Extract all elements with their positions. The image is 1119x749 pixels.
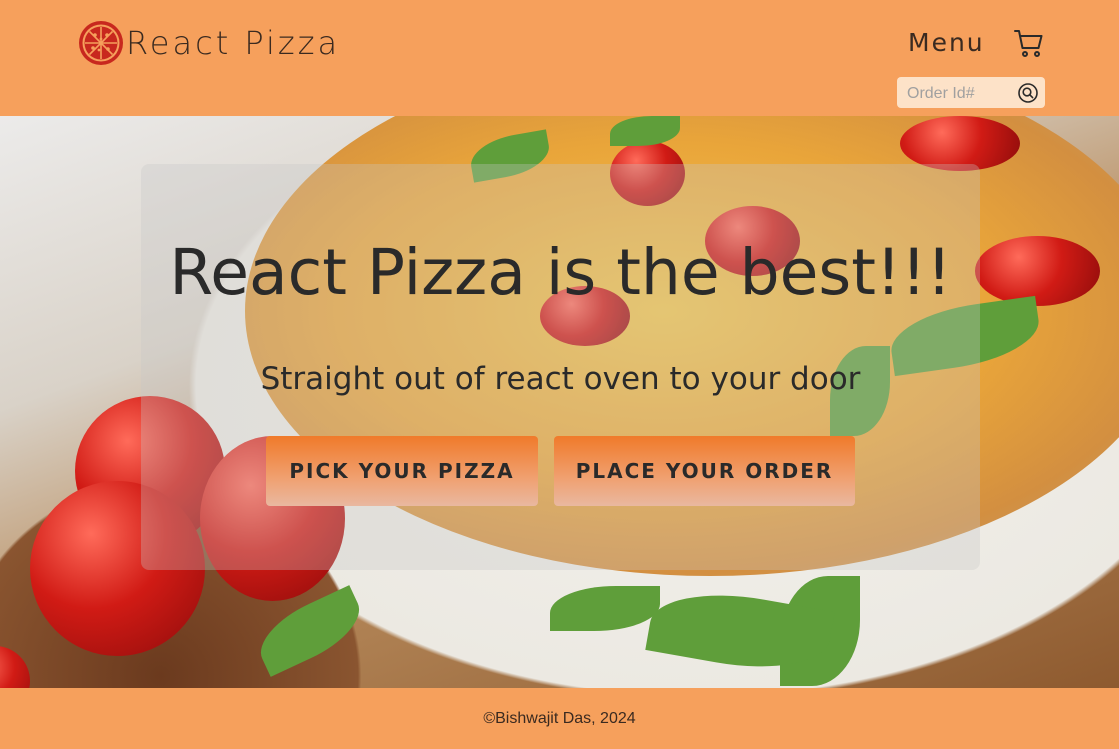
pick-your-pizza-button[interactable]: PICK YOUR PIZZA	[266, 436, 538, 506]
menu-link[interactable]: Menu	[908, 28, 985, 57]
site-footer: ©Bishwajit Das, 2024	[0, 688, 1119, 749]
logo-link[interactable]: React Pizza	[77, 19, 340, 67]
hero-title: React Pizza is the best!!!	[169, 236, 952, 309]
pizza-logo-icon	[79, 21, 123, 65]
leaf-image	[550, 586, 660, 631]
footer-copyright: ©Bishwajit Das, 2024	[483, 710, 636, 727]
hero-subtitle: Straight out of react oven to your door	[260, 361, 861, 397]
order-id-input[interactable]	[905, 82, 1017, 106]
cart-icon[interactable]	[1013, 27, 1045, 59]
search-icon[interactable]	[1017, 82, 1039, 104]
place-your-order-button[interactable]: PLACE YOUR ORDER	[554, 436, 855, 506]
hero-section: React Pizza is the best!!! Straight out …	[0, 116, 1119, 688]
brand-name: React Pizza	[126, 24, 341, 62]
tomato-image	[975, 236, 1100, 306]
tomato-image	[900, 116, 1020, 171]
tomato-image	[0, 646, 30, 688]
site-header: React Pizza Menu	[0, 0, 1119, 116]
